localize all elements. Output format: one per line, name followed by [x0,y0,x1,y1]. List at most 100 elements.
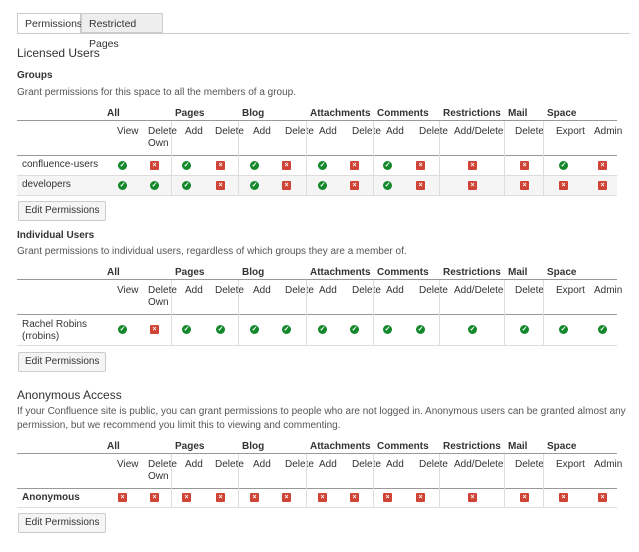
column-separator [504,280,505,345]
column-add-6: Add [319,126,337,137]
column-group-space: Space [547,441,577,452]
column-group-mail: Mail [508,108,528,119]
cross-square-icon: × [520,493,529,502]
column-separator [171,454,172,507]
column-add-2: Add [185,126,203,137]
cross-square-icon: × [416,493,425,502]
tab-permissions[interactable]: Permissions [17,13,82,34]
column-delete-9: Delete [419,285,448,296]
groups-description: Grant permissions for this space to all … [17,87,297,98]
column-delete-11: Delete [515,285,544,296]
column-group-restrictions: Restrictions [443,108,501,119]
column-delete-7: Delete [352,126,381,137]
column-add-4: Add [253,126,271,137]
cross-square-icon: × [282,493,291,502]
column-delete-5: Delete [285,126,314,137]
cross-square-icon: × [598,160,607,170]
individual-edit-permissions-button[interactable]: Edit Permissions [18,352,107,372]
column-separator [373,121,374,195]
column-separator [439,454,440,507]
column-separator [543,280,544,345]
header-rule [17,279,617,280]
row-name-secondary: (rrobins) [22,331,60,342]
column-add-6: Add [319,285,337,296]
tab-restricted-pages[interactable]: Restricted Pages [81,13,163,50]
column-separator [238,454,239,507]
cross-square-icon: × [468,493,477,502]
row-name: Rachel Robins (rrobins) [22,319,87,343]
column-add-6: Add [319,459,337,470]
column-group-all: All [107,267,120,278]
check-circle-icon: ✓ [182,325,191,334]
column-admin-13: Admin [594,285,623,296]
check-circle-icon: ✓ [559,325,568,334]
check-circle-icon: ✓ [468,325,477,334]
column-view-0: View [117,285,139,296]
cross-square-icon: × [282,180,291,190]
cross-square-icon: × [416,160,425,170]
column-add-delete-10: Add/Delete [454,126,504,137]
column-delete-11: Delete [515,126,544,137]
column-group-blog: Blog [242,267,265,278]
column-add-8: Add [386,459,404,470]
column-add-8: Add [386,126,404,137]
column-separator [504,121,505,195]
cross-square-icon: × [559,180,568,190]
check-circle-icon: ✓ [250,180,259,190]
column-delete-3: Delete [215,126,244,137]
individual-users-heading: Individual Users [17,230,95,241]
groups-permissions-table: All Pages Blog Attachments Comments Restricti… [17,105,622,196]
groups-heading: Groups [17,70,53,81]
row-name: confluence-users [22,159,98,171]
column-delete-own-1: Delete Own [148,126,177,149]
column-group-pages: Pages [175,267,205,278]
column-delete-3: Delete [215,285,244,296]
check-circle-icon: ✓ [598,325,607,334]
column-group-comments: Comments [377,108,429,119]
cross-square-icon: × [182,493,191,502]
groups-edit-permissions-button[interactable]: Edit Permissions [18,201,107,221]
column-group-comments: Comments [377,267,429,278]
individual-users-description: Grant permissions to individual users, r… [17,246,407,257]
individual-users-permissions-table: All Pages Blog Attachments Comments Restricti… [17,264,622,346]
check-circle-icon: ✓ [318,160,327,170]
column-delete-9: Delete [419,459,448,470]
anonymous-edit-permissions-button[interactable]: Edit Permissions [18,513,107,533]
column-view-0: View [117,126,139,137]
check-circle-icon: ✓ [416,325,425,334]
cross-square-icon: × [598,180,607,190]
column-add-delete-10: Add/Delete [454,285,504,296]
column-separator [171,121,172,195]
column-delete-own-1: Delete Own [148,459,177,482]
column-separator [504,454,505,507]
check-circle-icon: ✓ [216,325,225,334]
column-group-blog: Blog [242,441,265,452]
column-export-12: Export [556,285,585,296]
column-separator [171,280,172,345]
column-separator [543,121,544,195]
row-name-primary: developers [22,179,71,190]
cross-square-icon: × [520,180,529,190]
check-circle-icon: ✓ [383,325,392,334]
cross-square-icon: × [559,493,568,502]
rows-top-rule [17,314,617,315]
column-admin-13: Admin [594,126,623,137]
row-name: developers [22,179,71,191]
column-delete-11: Delete [515,459,544,470]
column-export-12: Export [556,126,585,137]
column-group-attachments: Attachments [310,108,371,119]
column-add-2: Add [185,459,203,470]
check-circle-icon: ✓ [118,160,127,170]
column-group-attachments: Attachments [310,267,371,278]
column-separator [439,121,440,195]
column-delete-9: Delete [419,126,448,137]
check-circle-icon: ✓ [559,160,568,170]
row-name-primary: Rachel Robins [22,319,88,330]
licensed-users-heading: Licensed Users [17,46,100,60]
check-circle-icon: ✓ [182,160,191,170]
cross-square-icon: × [118,493,127,502]
check-circle-icon: ✓ [350,325,359,334]
column-delete-5: Delete [285,285,314,296]
column-add-8: Add [386,285,404,296]
check-circle-icon: ✓ [383,160,392,170]
